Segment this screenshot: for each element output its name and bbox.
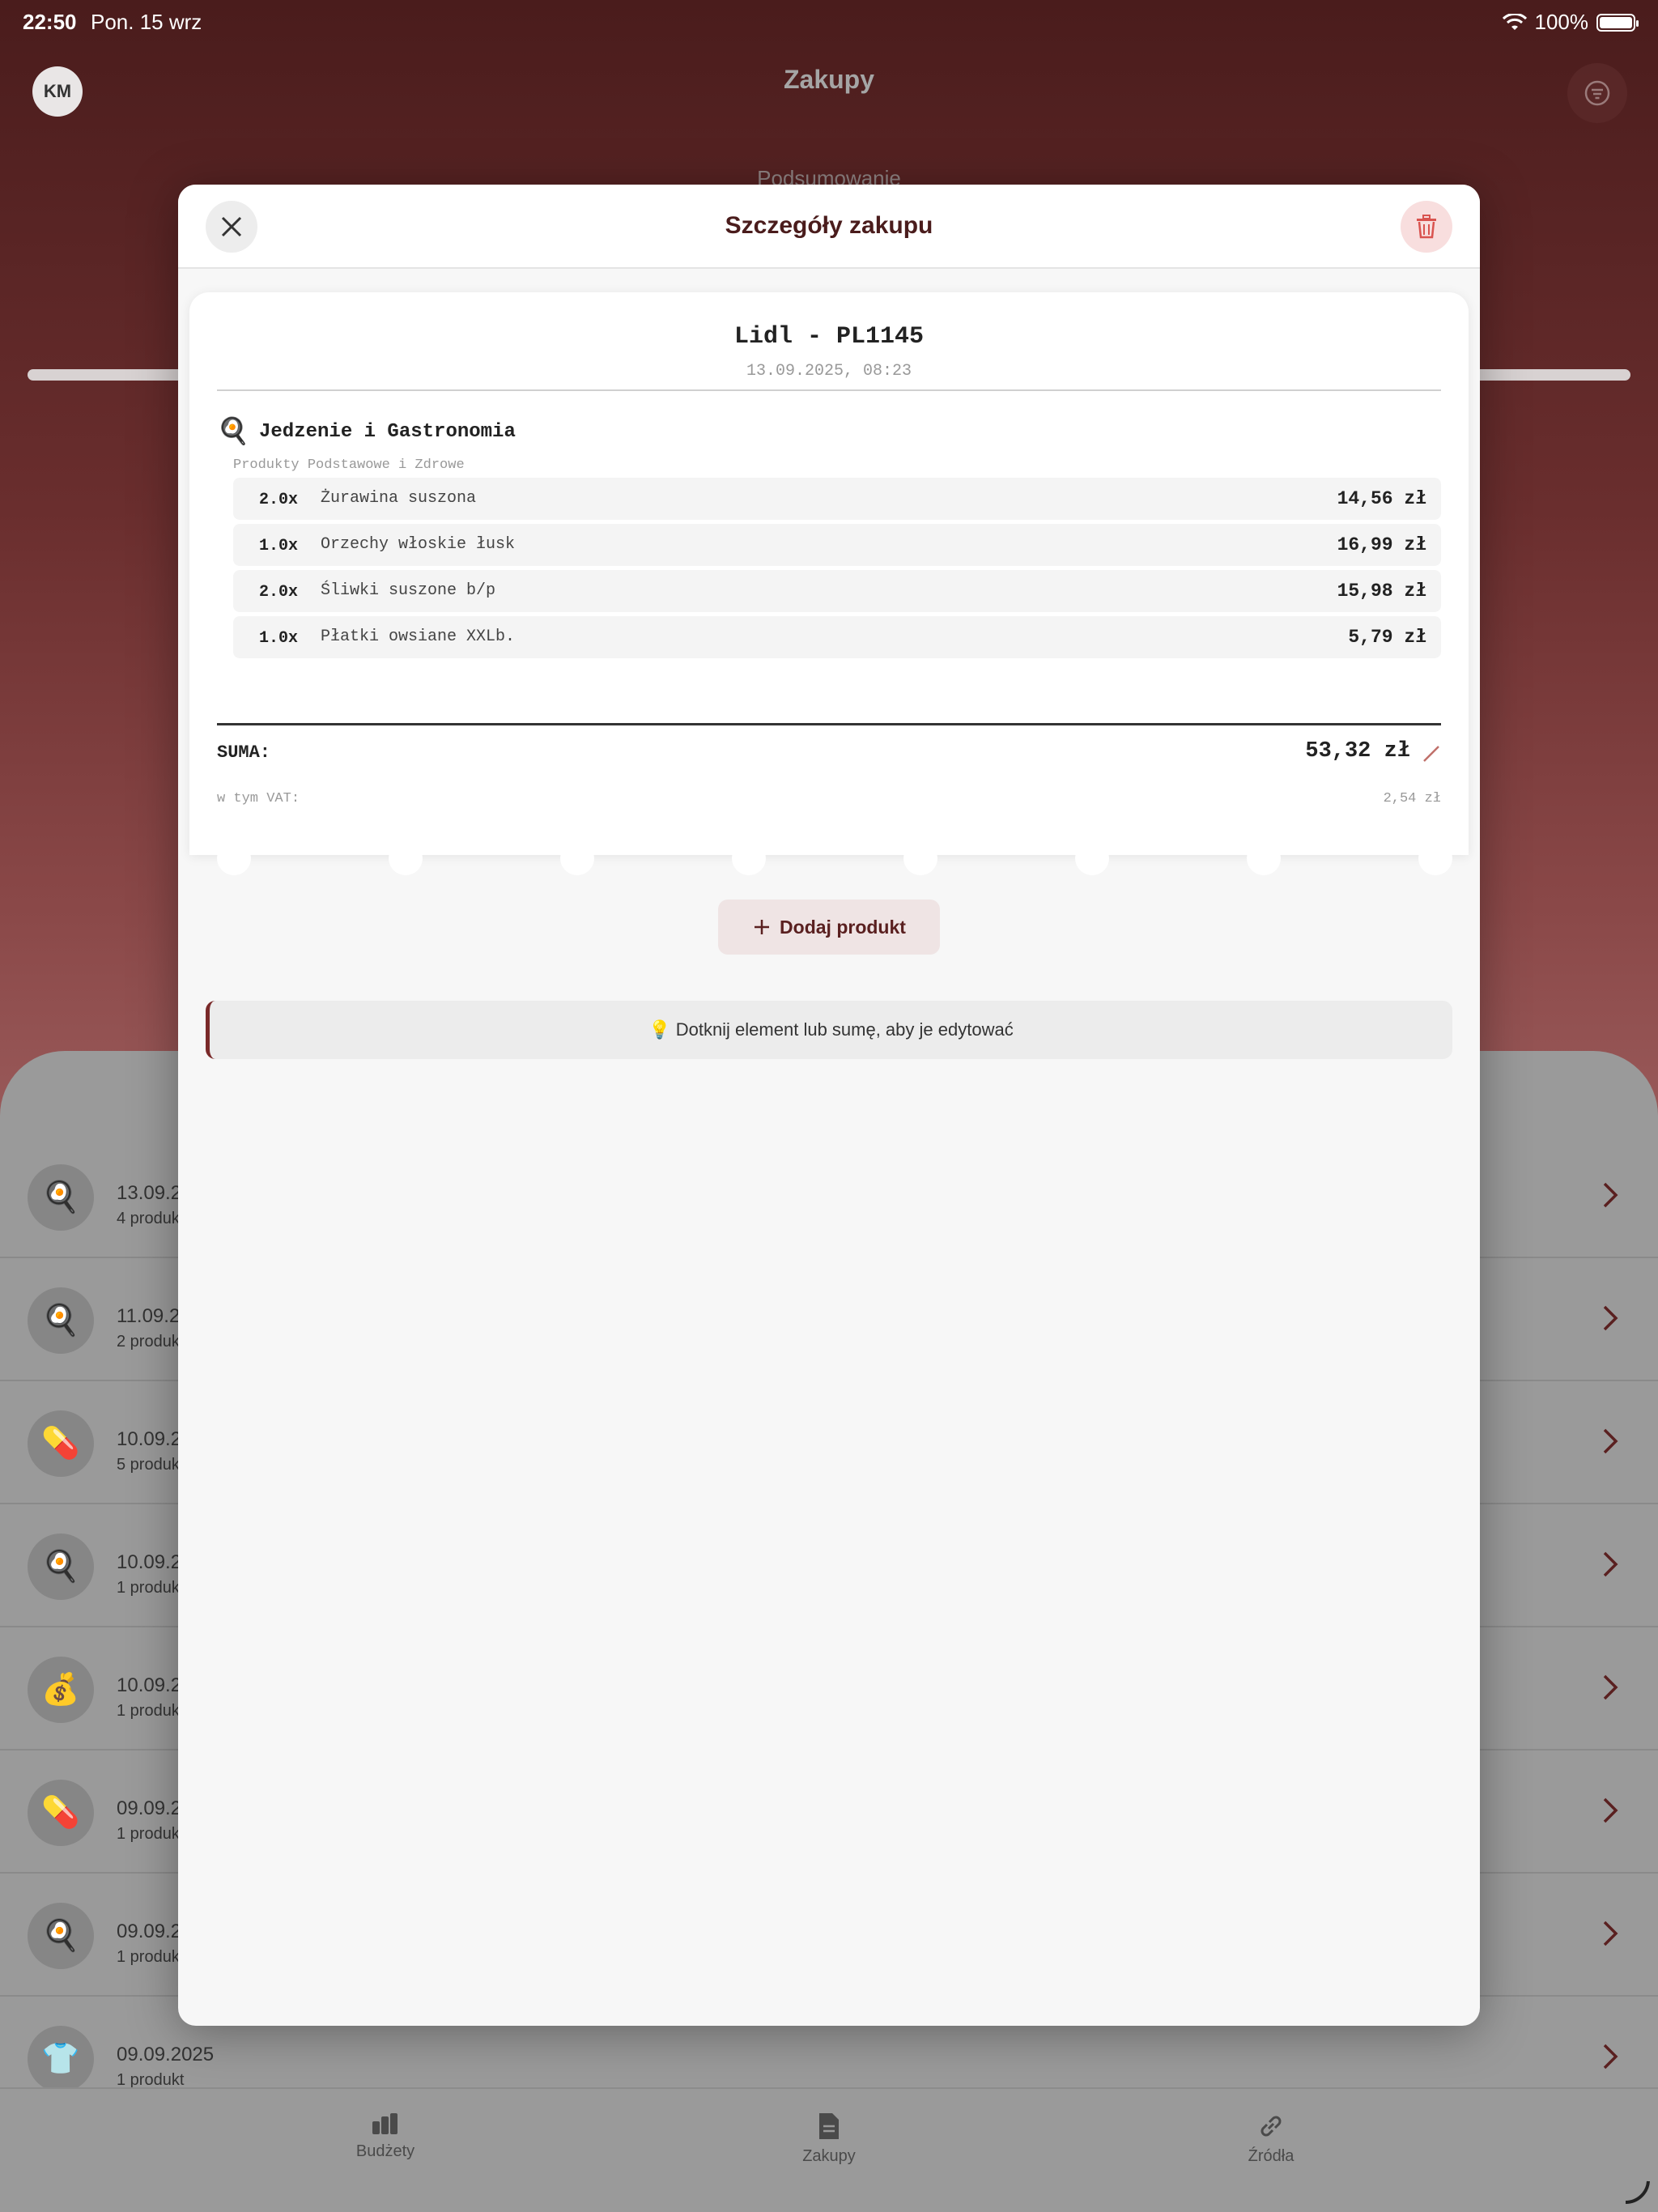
store-name: Lidl - PL1145 [733,323,925,351]
pencil-icon[interactable] [1422,744,1441,764]
item-price: 14,56 zł [1337,488,1426,509]
category-header: 🍳 Jedzenie i Gastronomia [217,415,516,448]
receipt-item[interactable]: 2.0x Żurawina suszona 14,56 zł [233,478,1441,520]
vat-label: w tym VAT: [217,791,300,806]
sum-label: SUMA: [217,742,271,763]
receipt-notch [217,841,251,875]
frying-pan-icon: 🍳 [217,418,249,448]
item-name: Płatki owsiane XXLb. [321,627,516,646]
sum-value[interactable]: 53,32 zł [1305,739,1410,764]
item-price: 15,98 zł [1337,581,1426,602]
vat-value: 2,54 zł [1383,791,1441,806]
receipt-notch [389,841,423,875]
edit-hint: 💡 Dotknij element lub sumę, aby je edyto… [206,1001,1452,1059]
hint-text: Dotknij element lub sumę, aby je edytowa… [675,1019,1014,1040]
total-divider [217,723,1441,725]
receipt-notch [1418,841,1452,875]
plus-icon [755,920,770,934]
receipt-notch [560,841,594,875]
item-quantity: 2.0x [259,583,299,602]
add-product-label: Dodaj produkt [780,916,906,938]
receipt-notch [1075,841,1109,875]
divider [217,389,1441,391]
item-quantity: 1.0x [259,537,299,555]
receipt-item[interactable]: 1.0x Orzechy włoskie łusk 16,99 zł [233,524,1441,566]
add-product-button[interactable]: Dodaj produkt [718,900,940,955]
receipt-item[interactable]: 2.0x Śliwki suszone b/p 15,98 zł [233,570,1441,612]
trash-icon [1417,215,1436,239]
category-name: Jedzenie i Gastronomia [259,420,516,443]
receipt-notch [903,841,937,875]
item-quantity: 2.0x [259,491,299,509]
receipt-notch [732,841,766,875]
item-name: Orzechy włoskie łusk [321,535,516,554]
item-price: 5,79 zł [1348,627,1426,648]
receipt: Lidl - PL1145 13.09.2025, 08:23 🍳 Jedzen… [189,292,1469,855]
purchase-details-modal: Szczegóły zakupu Lidl - PL1145 13.09.202… [178,185,1480,2026]
receipt-item[interactable]: 1.0x Płatki owsiane XXLb. 5,79 zł [233,616,1441,658]
item-quantity: 1.0x [259,629,299,648]
item-name: Śliwki suszone b/p [321,581,496,600]
item-price: 16,99 zł [1337,534,1426,555]
modal-header: Szczegóły zakupu [178,185,1480,269]
subcategory-name: Produkty Podstawowe i Zdrowe [233,457,465,473]
item-name: Żurawina suszona [321,489,477,508]
purchase-datetime: 13.09.2025, 08:23 [746,362,912,381]
delete-button[interactable] [1401,201,1452,253]
receipt-notch [1247,841,1281,875]
lightbulb-icon: 💡 [648,1019,671,1040]
modal-title: Szczegóły zakupu [725,212,933,239]
